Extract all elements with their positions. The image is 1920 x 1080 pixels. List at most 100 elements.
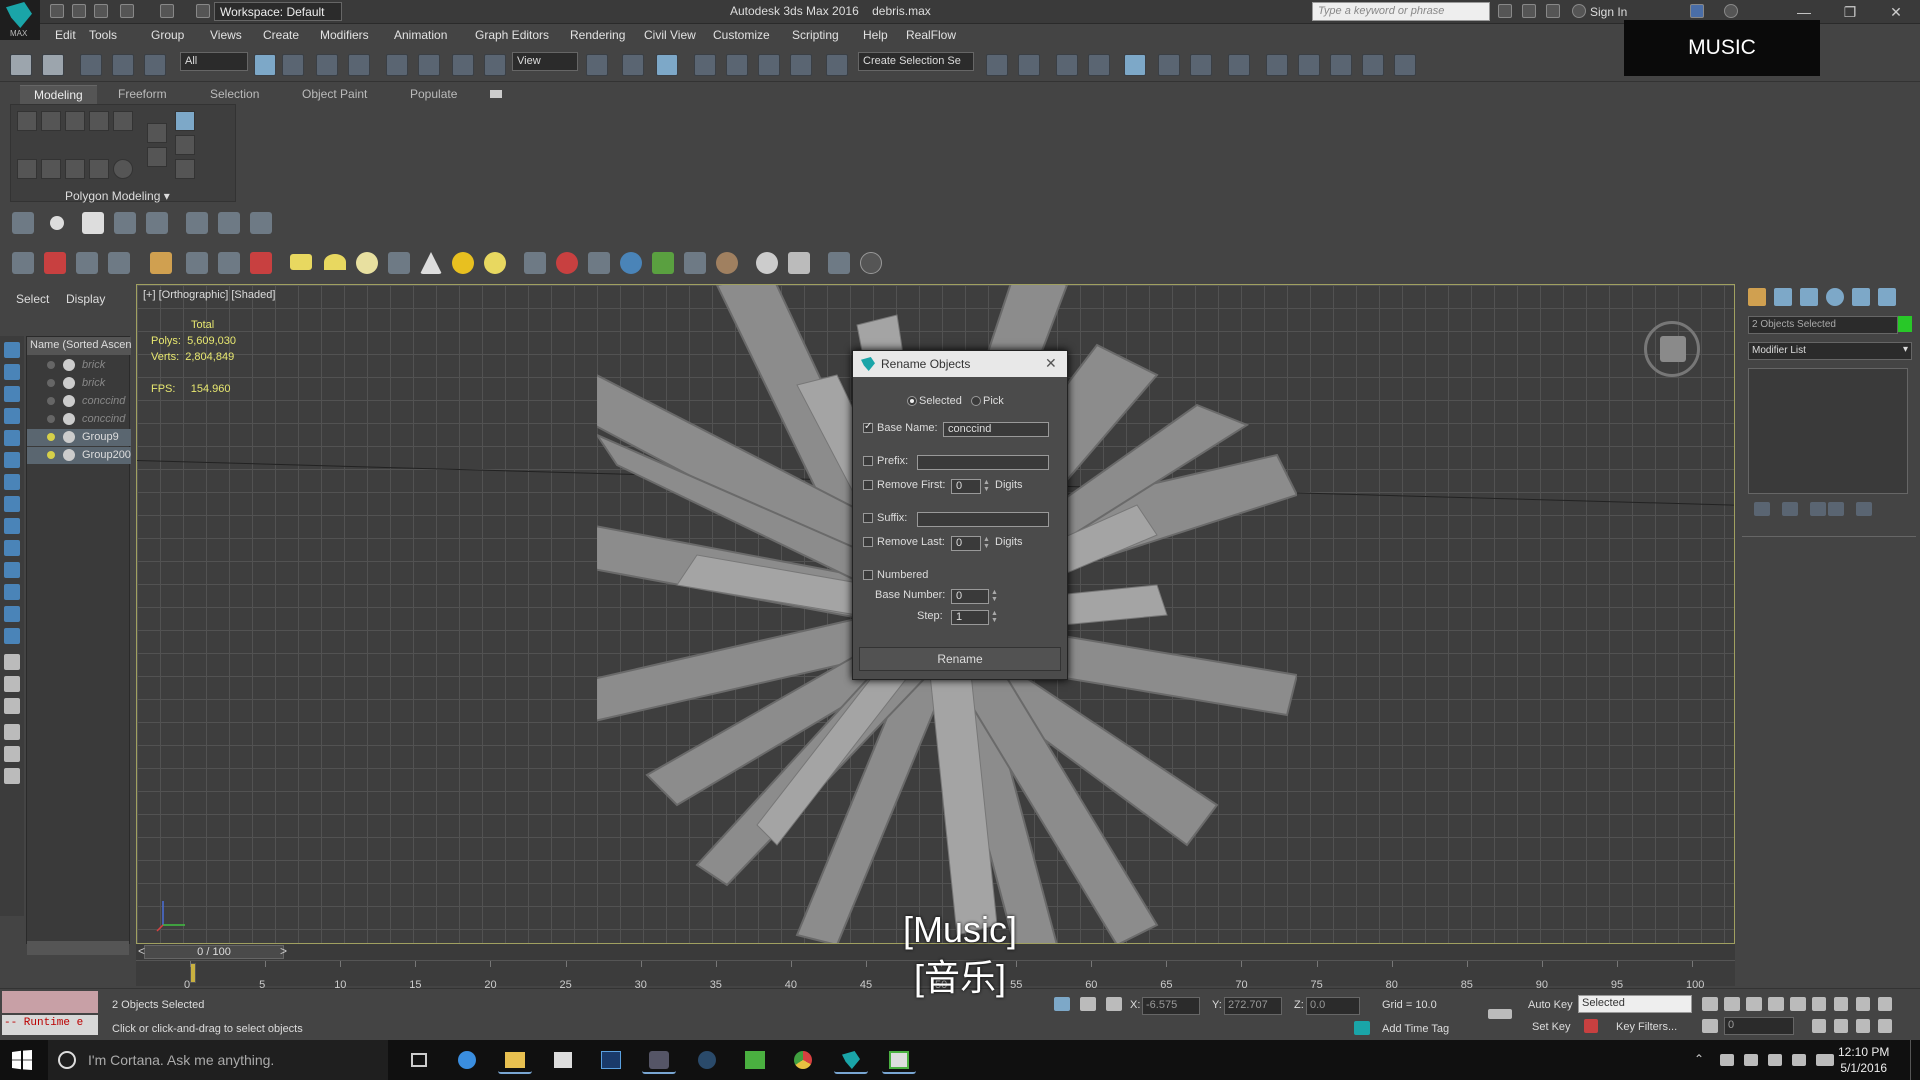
scene-explorer-display-menu[interactable]: Display [66, 292, 105, 306]
open-file-icon[interactable] [72, 4, 86, 18]
list-item[interactable]: brick [27, 357, 131, 374]
tab-modeling[interactable]: Modeling [20, 85, 97, 104]
tray-chevron-icon[interactable]: ⌃ [1694, 1052, 1704, 1066]
display-containers-icon[interactable] [4, 562, 20, 578]
preserve-uvs-icon[interactable] [147, 123, 167, 143]
ribbon-options-icon[interactable] [490, 90, 502, 98]
current-frame-field[interactable]: 0 [1724, 1017, 1794, 1035]
menu-help[interactable]: Help [863, 28, 888, 42]
border-subobject-icon[interactable] [65, 111, 85, 131]
visibility-icon[interactable] [63, 431, 75, 443]
polygon-subobject-icon[interactable] [89, 111, 109, 131]
display-xrefs-icon[interactable] [4, 518, 20, 534]
pan-view-icon[interactable] [1834, 1019, 1848, 1033]
configure-modifier-sets-icon[interactable] [1856, 502, 1872, 516]
polygon-modeling-dropdown[interactable]: Polygon Modeling ▾ [65, 189, 170, 203]
motion-panel-icon[interactable] [1826, 288, 1844, 306]
file-explorer-icon[interactable] [498, 1046, 532, 1074]
name-column-header[interactable]: Name (Sorted Ascen [27, 337, 131, 355]
tripod-icon[interactable] [588, 252, 610, 274]
display-spacewarps-icon[interactable] [4, 474, 20, 490]
remove-last-input[interactable]: 0 [951, 536, 981, 551]
show-desktop-button[interactable] [1910, 1040, 1916, 1080]
toggle-command-panel-icon[interactable] [175, 159, 195, 179]
keyboard-tray-icon[interactable] [1816, 1054, 1834, 1066]
angle-snap-icon[interactable] [726, 54, 748, 76]
light-icon[interactable] [150, 252, 172, 274]
display-frozen-icon[interactable] [4, 584, 20, 600]
list-item[interactable]: brick [27, 375, 131, 392]
application-menu-button[interactable]: MAX [0, 0, 40, 40]
list-item-selected[interactable]: Group9 [27, 429, 131, 446]
list-item[interactable]: conccind [27, 411, 131, 428]
go-to-start-icon[interactable] [1702, 997, 1718, 1011]
star-icon[interactable] [1546, 4, 1560, 18]
next-frame-icon[interactable] [1768, 997, 1784, 1011]
menu-graph-editors[interactable]: Graph Editors [475, 28, 549, 42]
light-bulb-icon[interactable] [47, 361, 55, 369]
maxscript-listener-input[interactable] [2, 991, 98, 1013]
sign-in-link[interactable]: Sign In [1590, 5, 1627, 19]
help-icon[interactable] [1724, 4, 1738, 18]
menu-rendering[interactable]: Rendering [570, 28, 625, 42]
select-by-name-icon[interactable] [282, 54, 304, 76]
visibility-icon[interactable] [63, 377, 75, 389]
user-icon[interactable] [1572, 4, 1586, 18]
material-editor-icon[interactable] [1228, 54, 1250, 76]
z-coordinate-field[interactable]: 0.0 [1306, 997, 1360, 1015]
photoshop-icon[interactable] [594, 1046, 628, 1074]
action-center-tray-icon[interactable] [1792, 1054, 1806, 1066]
redo-icon[interactable] [42, 54, 64, 76]
display-shapes-icon[interactable] [4, 386, 20, 402]
menu-edit[interactable]: Edit [55, 28, 76, 42]
chrome-icon[interactable] [786, 1046, 820, 1074]
modify-panel-icon[interactable] [1774, 288, 1792, 306]
element-subobject-icon[interactable] [113, 111, 133, 131]
auto-key-button[interactable]: Auto Key [1528, 999, 1573, 1011]
minimize-button[interactable]: — [1784, 2, 1824, 22]
remove-first-input[interactable]: 0 [951, 479, 981, 494]
y-coordinate-field[interactable]: 272.707 [1224, 997, 1282, 1015]
menu-create[interactable]: Create [263, 28, 299, 42]
display-all-icon[interactable] [4, 628, 20, 644]
script-icon[interactable] [828, 252, 850, 274]
render-production-icon[interactable] [1330, 54, 1352, 76]
cortana-search-box[interactable]: I'm Cortana. Ask me anything. [48, 1040, 388, 1080]
time-slider-prev-icon[interactable]: < [138, 944, 145, 958]
suffix-checkbox[interactable] [863, 513, 873, 523]
add-time-tag-button[interactable]: Add Time Tag [1382, 1023, 1449, 1035]
selection-filter-dropdown[interactable]: All [180, 52, 248, 71]
tab-populate[interactable]: Populate [410, 87, 457, 101]
maxscript-listener-output[interactable]: -- Runtime e [2, 1015, 98, 1035]
edit-named-selection-icon[interactable] [826, 54, 848, 76]
keyboard-shortcut-override-icon[interactable] [656, 54, 678, 76]
workspace-dropdown[interactable]: Workspace: Default [214, 2, 342, 21]
base-number-spinner[interactable]: ▲ ▼ [991, 589, 998, 603]
close-icon[interactable]: ✕ [1045, 355, 1057, 372]
display-geometry-icon[interactable] [4, 364, 20, 380]
display-lights-icon[interactable] [4, 408, 20, 424]
numbered-checkbox[interactable] [863, 570, 873, 580]
sync-selection-icon[interactable] [4, 698, 20, 714]
menu-customize[interactable]: Customize [713, 28, 770, 42]
display-tray-icon[interactable] [1744, 1054, 1758, 1066]
shell-icon[interactable] [716, 252, 738, 274]
absolute-transform-icon[interactable] [1106, 997, 1122, 1011]
menu-realflow[interactable]: RealFlow [906, 28, 956, 42]
base-number-input[interactable]: 0 [951, 589, 989, 604]
base-name-input[interactable]: conccind [943, 422, 1049, 437]
rewind-icon[interactable] [186, 212, 208, 234]
steam-icon[interactable] [690, 1046, 724, 1074]
cloth-shirt-icon[interactable] [82, 212, 104, 234]
visibility-icon[interactable] [63, 413, 75, 425]
rectangular-selection-icon[interactable] [316, 54, 338, 76]
utilities-panel-icon[interactable] [1878, 288, 1896, 306]
dots-icon[interactable] [524, 252, 546, 274]
dialog-title-bar[interactable]: Rename Objects ✕ [853, 351, 1067, 377]
filter-icon[interactable] [4, 724, 20, 740]
edge-browser-icon[interactable] [450, 1046, 484, 1074]
shrink-selection-icon[interactable] [41, 159, 61, 179]
maximize-button[interactable]: ❐ [1830, 2, 1870, 22]
rename-button[interactable]: Rename [859, 647, 1061, 671]
previous-frame-icon[interactable] [1724, 997, 1740, 1011]
